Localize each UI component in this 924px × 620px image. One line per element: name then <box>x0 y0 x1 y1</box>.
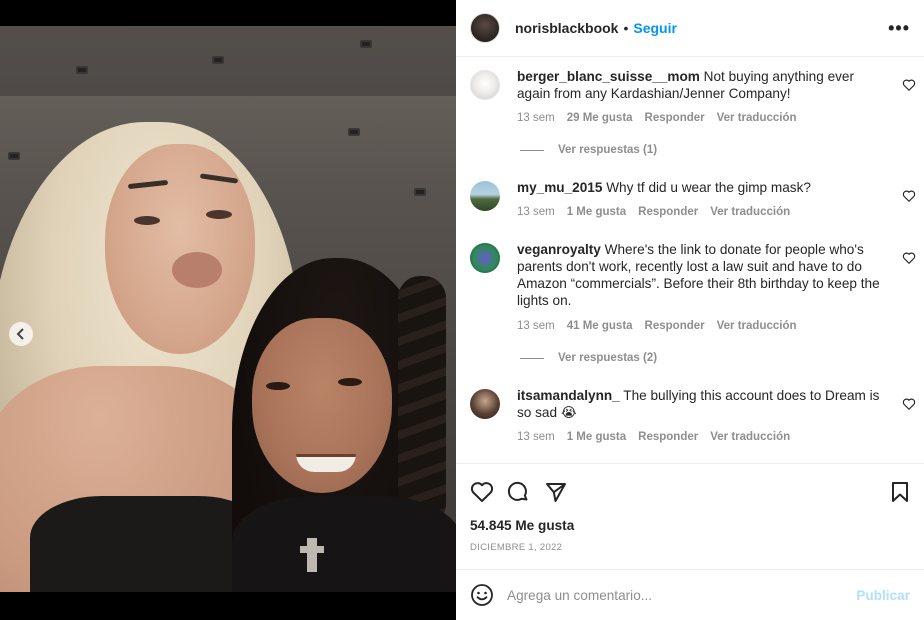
commenter-username[interactable]: berger_blanc_suisse__mom <box>517 69 700 84</box>
post-photo[interactable] <box>0 26 456 592</box>
heart-icon[interactable] <box>902 397 916 411</box>
post-actions: 54.845 Me gusta DICIEMBRE 1, 2022 <box>456 463 924 569</box>
cross-pendant-bar <box>300 546 324 553</box>
girl-shirt <box>232 496 456 592</box>
ceiling-light <box>76 66 88 74</box>
cross-pendant <box>307 538 317 572</box>
translate-button[interactable]: Ver traducción <box>717 320 797 332</box>
commenter-avatar[interactable] <box>470 389 500 419</box>
heart-icon[interactable] <box>902 251 916 265</box>
comment-meta: 13 sem 29 Me gusta Responder Ver traducc… <box>517 112 797 124</box>
commenter-username[interactable]: my_mu_2015 <box>517 180 602 195</box>
comment-meta: 13 sem 1 Me gusta Responder Ver traducci… <box>517 206 790 218</box>
woman-lips <box>172 252 222 288</box>
ceiling-light <box>8 152 20 160</box>
woman-face <box>105 144 255 354</box>
commenter-username[interactable]: veganroyalty <box>517 242 601 257</box>
author-avatar[interactable] <box>470 13 500 43</box>
comment-text-block: my_mu_2015 Why tf did u wear the gimp ma… <box>517 179 887 196</box>
comments-list[interactable]: berger_blanc_suisse__mom Not buying anyt… <box>456 57 924 463</box>
reply-button[interactable]: Responder <box>638 206 698 218</box>
smiley-icon[interactable] <box>470 583 494 607</box>
reply-button[interactable]: Responder <box>638 431 698 443</box>
ceiling-light <box>360 40 372 48</box>
view-replies-label: Ver respuestas (1) <box>558 144 658 156</box>
comment-text-block: veganroyalty Where's the link to donate … <box>517 241 887 309</box>
replies-divider <box>520 357 544 359</box>
heart-icon[interactable] <box>470 480 494 504</box>
girl-braid <box>398 276 446 526</box>
comment-text-block: itsamandalynn_ The bullying this account… <box>517 387 887 421</box>
heart-icon[interactable] <box>902 189 916 203</box>
comment-time: 13 sem <box>517 206 555 218</box>
replies-divider <box>520 149 544 151</box>
woman-eye <box>134 216 160 225</box>
ceiling-light <box>414 188 426 196</box>
view-replies-button[interactable]: Ver respuestas (1) <box>520 144 657 156</box>
ceiling-light <box>212 56 224 64</box>
comment-likes[interactable]: 1 Me gusta <box>567 431 626 443</box>
post-side-panel: norisblackbook • Seguir ••• berger_blanc… <box>456 0 924 620</box>
reply-button[interactable]: Responder <box>645 320 705 332</box>
commenter-avatar[interactable] <box>470 243 500 273</box>
commenter-avatar[interactable] <box>470 70 500 100</box>
bookmark-icon[interactable] <box>888 480 912 504</box>
likes-count[interactable]: 54.845 Me gusta <box>470 518 574 533</box>
comment-time: 13 sem <box>517 431 555 443</box>
comment-text: Why tf did u wear the gimp mask? <box>606 180 811 195</box>
commenter-username[interactable]: itsamandalynn_ <box>517 388 620 403</box>
comment-time: 13 sem <box>517 320 555 332</box>
more-options-icon[interactable]: ••• <box>888 18 910 39</box>
heart-icon[interactable] <box>902 78 916 92</box>
follow-button[interactable]: Seguir <box>633 20 677 36</box>
view-replies-button[interactable]: Ver respuestas (2) <box>520 352 657 364</box>
post-header: norisblackbook • Seguir ••• <box>456 0 924 57</box>
comment-likes[interactable]: 29 Me gusta <box>567 112 633 124</box>
translate-button[interactable]: Ver traducción <box>717 112 797 124</box>
author-username[interactable]: norisblackbook <box>515 20 618 36</box>
translate-button[interactable]: Ver traducción <box>710 431 790 443</box>
translate-button[interactable]: Ver traducción <box>710 206 790 218</box>
comment-likes[interactable]: 1 Me gusta <box>567 206 626 218</box>
comment-input[interactable] <box>507 587 857 603</box>
carousel-prev-button[interactable] <box>9 322 33 346</box>
paper-plane-icon[interactable] <box>544 480 568 504</box>
post-media-pane <box>0 0 456 620</box>
girl-eye <box>338 378 362 386</box>
comment-likes[interactable]: 41 Me gusta <box>567 320 633 332</box>
comment-bubble-icon[interactable] <box>506 480 530 504</box>
reply-button[interactable]: Responder <box>645 112 705 124</box>
comment-meta: 13 sem 41 Me gusta Responder Ver traducc… <box>517 320 797 332</box>
view-replies-label: Ver respuestas (2) <box>558 352 658 364</box>
girl-smile <box>296 454 356 472</box>
publish-button[interactable]: Publicar <box>856 588 910 603</box>
comment-meta: 13 sem 1 Me gusta Responder Ver traducci… <box>517 431 790 443</box>
commenter-avatar[interactable] <box>470 181 500 211</box>
comment-composer: Publicar <box>456 569 924 620</box>
comment-time: 13 sem <box>517 112 555 124</box>
header-separator: • <box>623 20 629 36</box>
ceiling <box>0 26 456 96</box>
ceiling-light <box>348 128 360 136</box>
woman-eye <box>206 210 232 219</box>
chevron-left-icon <box>16 328 24 340</box>
post-date: DICIEMBRE 1, 2022 <box>470 542 563 553</box>
girl-eye <box>266 382 290 390</box>
comment-text-block: berger_blanc_suisse__mom Not buying anyt… <box>517 68 887 102</box>
